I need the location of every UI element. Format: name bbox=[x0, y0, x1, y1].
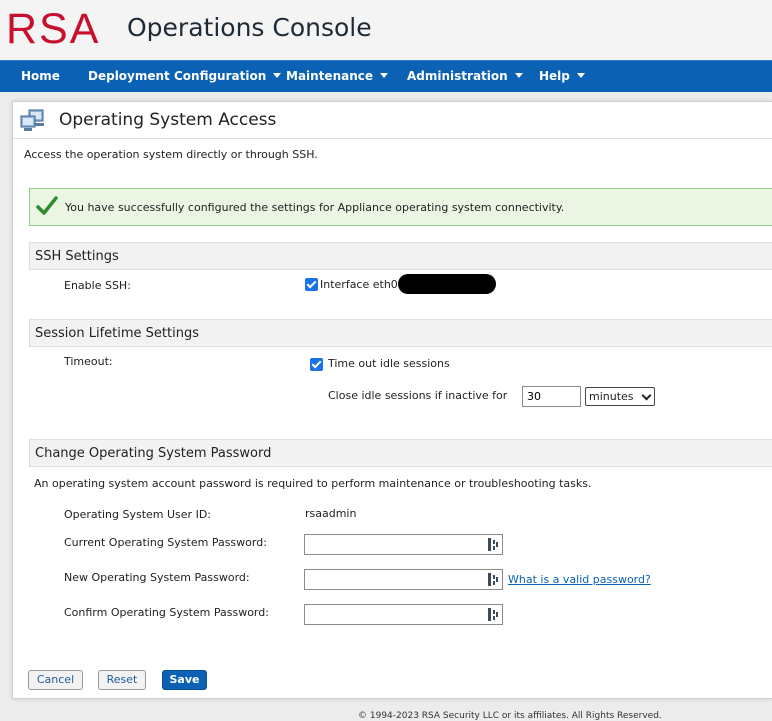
new-password-label: New Operating System Password: bbox=[64, 571, 250, 584]
interface-eth0-label: Interface eth0 bbox=[320, 278, 398, 291]
section-title: Session Lifetime Settings bbox=[35, 326, 199, 341]
redaction-mark bbox=[398, 274, 496, 294]
main-nav: Home Deployment Configuration Maintenanc… bbox=[0, 60, 772, 92]
page-description: Access the operation system directly or … bbox=[24, 148, 318, 161]
caret-down-icon bbox=[380, 73, 389, 78]
idle-timeout-label: Time out idle sessions bbox=[328, 357, 450, 370]
panel-titlebar: Operating System Access bbox=[13, 102, 772, 139]
app-title: Operations Console bbox=[127, 13, 372, 42]
section-ssh-settings: SSH Settings bbox=[29, 242, 772, 270]
inactive-duration-input[interactable] bbox=[522, 386, 581, 407]
nav-home[interactable]: Home bbox=[21, 61, 60, 92]
idle-timeout-checkbox[interactable] bbox=[310, 358, 323, 371]
nav-help-label: Help bbox=[539, 69, 570, 83]
password-manager-icon[interactable] bbox=[488, 573, 498, 586]
password-description: An operating system account password is … bbox=[34, 477, 592, 490]
confirm-password-field[interactable] bbox=[304, 604, 503, 625]
new-password-field[interactable] bbox=[304, 569, 503, 590]
user-id-label: Operating System User ID: bbox=[64, 508, 211, 521]
section-session-lifetime: Session Lifetime Settings bbox=[29, 319, 772, 347]
nav-maintenance[interactable]: Maintenance bbox=[286, 61, 389, 92]
section-change-password: Change Operating System Password bbox=[29, 439, 772, 467]
user-id-value: rsaadmin bbox=[305, 507, 357, 520]
nav-deployment-configuration[interactable]: Deployment Configuration bbox=[88, 61, 282, 92]
current-password-field[interactable] bbox=[304, 534, 503, 555]
app-header: RSA Operations Console bbox=[0, 0, 772, 60]
nav-administration-label: Administration bbox=[407, 69, 508, 83]
chevron-down-icon bbox=[641, 390, 652, 401]
interface-eth0-checkbox[interactable] bbox=[305, 278, 318, 291]
cancel-button[interactable]: Cancel bbox=[28, 670, 83, 690]
nav-help[interactable]: Help bbox=[539, 61, 585, 92]
save-button[interactable]: Save bbox=[162, 670, 207, 690]
password-manager-icon[interactable] bbox=[488, 538, 498, 551]
inactive-unit-value: minutes bbox=[589, 390, 634, 403]
nav-deployment-label: Deployment Configuration bbox=[88, 69, 267, 83]
valid-password-link[interactable]: What is a valid password? bbox=[508, 573, 651, 586]
success-message: You have successfully configured the set… bbox=[65, 201, 565, 214]
inactive-unit-select[interactable]: minutes bbox=[585, 387, 655, 406]
main-panel: Operating System Access Access the opera… bbox=[12, 101, 772, 699]
current-password-label: Current Operating System Password: bbox=[64, 536, 267, 549]
nav-maintenance-label: Maintenance bbox=[286, 69, 374, 83]
inactive-duration-label: Close idle sessions if inactive for bbox=[328, 389, 508, 402]
caret-down-icon bbox=[514, 73, 523, 78]
page-title: Operating System Access bbox=[59, 110, 277, 130]
caret-down-icon bbox=[576, 73, 585, 78]
password-manager-icon[interactable] bbox=[488, 608, 498, 621]
reset-button[interactable]: Reset bbox=[98, 670, 146, 690]
checkmark-icon bbox=[36, 195, 58, 221]
success-banner: You have successfully configured the set… bbox=[29, 188, 772, 226]
section-title: SSH Settings bbox=[35, 249, 119, 264]
rsa-logo: RSA bbox=[6, 5, 101, 53]
confirm-password-label: Confirm Operating System Password: bbox=[64, 606, 269, 619]
timeout-label: Timeout: bbox=[64, 355, 113, 368]
nav-home-label: Home bbox=[21, 69, 60, 83]
nav-administration[interactable]: Administration bbox=[407, 61, 523, 92]
section-title: Change Operating System Password bbox=[35, 446, 272, 461]
caret-down-icon bbox=[273, 73, 282, 78]
enable-ssh-label: Enable SSH: bbox=[64, 279, 131, 292]
network-computers-icon bbox=[20, 109, 46, 137]
